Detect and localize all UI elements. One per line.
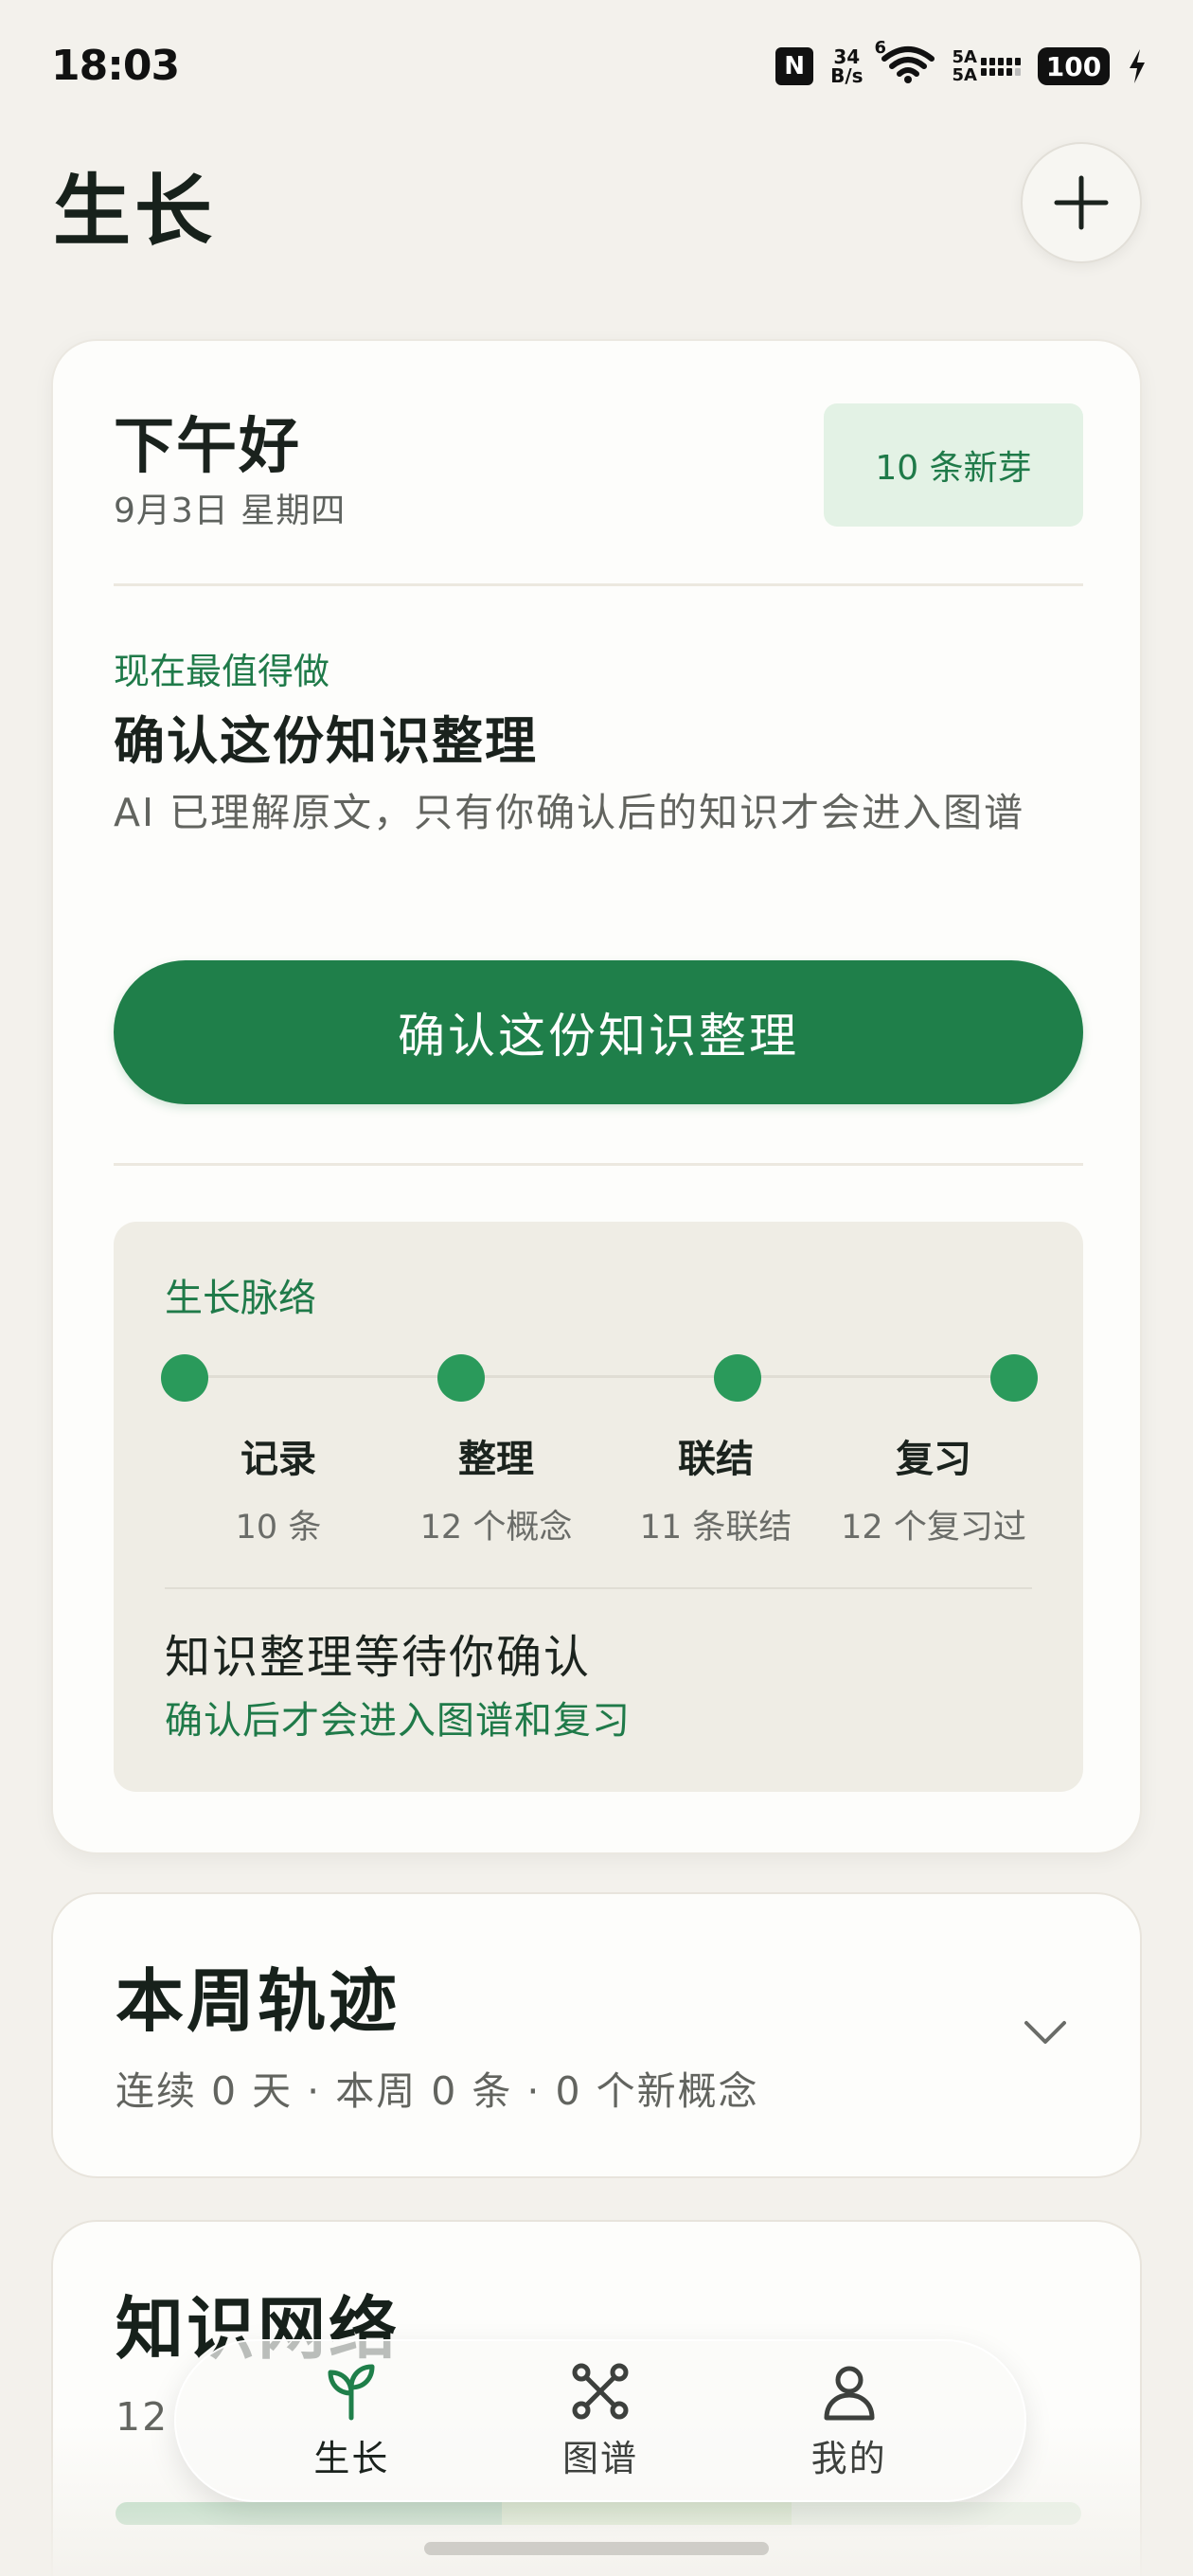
graph-icon	[572, 2363, 629, 2419]
weekly-trail-stats: 连续 0 天 · 本周 0 条 · 0 个新概念	[116, 2068, 759, 2114]
timeline-line	[184, 1375, 1013, 1378]
network-speed-unit: B/s	[830, 64, 864, 87]
stage-label-connect: 联结	[678, 1438, 754, 1481]
cellular-signal-icon: 5A 5A	[953, 48, 1021, 84]
stage-count-organize: 12 个概念	[419, 1509, 573, 1547]
bottom-tab-bar: 生长 图谱 我的	[174, 2339, 1026, 2502]
plus-icon	[1054, 175, 1109, 230]
date-text: 9月3日 星期四	[114, 492, 347, 530]
action-title: 确认这份知识整理	[114, 711, 538, 771]
divider	[114, 583, 1083, 586]
status-time: 18:03	[51, 42, 180, 90]
charging-icon	[1130, 49, 1145, 83]
status-icons: N 34 B/s 6 5A 5A 100	[775, 38, 1148, 87]
timeline-dot-connect	[714, 1354, 761, 1402]
signal-bars	[981, 57, 1021, 76]
divider	[165, 1587, 1032, 1589]
nfc-icon: N	[775, 47, 814, 85]
network-speed-value: 34	[833, 45, 861, 68]
tab-label: 图谱	[561, 2437, 638, 2479]
tab-label: 我的	[810, 2437, 887, 2479]
wifi-icon	[881, 46, 935, 83]
wifi-badge: 6	[874, 38, 887, 58]
battery-icon: 100	[1038, 47, 1110, 85]
weekly-trail-title: 本周轨迹	[116, 1961, 401, 2041]
divider	[114, 1163, 1083, 1166]
weekly-trail-card[interactable]: 本周轨迹 连续 0 天 · 本周 0 条 · 0 个新概念	[51, 1892, 1142, 2178]
stage-count-connect: 11 条联结	[639, 1509, 792, 1547]
tab-graph[interactable]: 图谱	[506, 2354, 695, 2487]
growth-page: 18:03 N 34 B/s 6 5A 5A 100 生长 下午好 9月3日 星…	[0, 0, 1193, 2576]
action-description: AI 已理解原文，只有你确认后的知识才会进入图谱	[114, 790, 1025, 835]
growth-timeline-title: 生长脉络	[165, 1277, 316, 1320]
page-title: 生长	[53, 167, 217, 257]
stage-count-record: 10 条	[235, 1509, 322, 1547]
growth-timeline-panel[interactable]: 生长脉络 记录 整理 联结 复习 10 条 12 个概念 11 条联结 12 个…	[114, 1222, 1083, 1792]
stage-label-review: 复习	[896, 1438, 971, 1481]
confirm-knowledge-button[interactable]: 确认这份知识整理	[114, 960, 1083, 1104]
pending-subtitle: 确认后才会进入图谱和复习	[165, 1699, 631, 1743]
stage-count-review: 12 个复习过	[841, 1509, 1026, 1547]
home-indicator[interactable]	[424, 2542, 769, 2555]
timeline-dot-record	[161, 1354, 208, 1402]
wifi-indicator: 6	[875, 38, 935, 87]
sprout-icon	[328, 2364, 375, 2420]
stage-label-record: 记录	[240, 1438, 316, 1481]
stage-label-organize: 整理	[458, 1438, 534, 1481]
tab-growth[interactable]: 生长	[257, 2354, 446, 2487]
pending-title: 知识整理等待你确认	[165, 1631, 592, 1684]
tab-label: 生长	[313, 2437, 390, 2479]
signal-label-sim2: 5A	[952, 65, 977, 85]
timeline-dot-organize	[437, 1354, 485, 1402]
action-eyebrow: 现在最值得做	[114, 651, 330, 692]
timeline-dot-review	[990, 1354, 1038, 1402]
new-sprouts-badge[interactable]: 10 条新芽	[824, 403, 1083, 527]
add-button[interactable]	[1021, 142, 1142, 263]
greeting-card: 下午好 9月3日 星期四 10 条新芽 现在最值得做 确认这份知识整理 AI 已…	[51, 339, 1142, 1854]
person-icon	[824, 2366, 875, 2420]
tab-profile[interactable]: 我的	[755, 2354, 944, 2487]
chevron-down-icon[interactable]	[1019, 2006, 1072, 2059]
signal-label-sim1: 5A	[952, 47, 977, 67]
network-speed-indicator: 34 B/s	[830, 47, 863, 85]
status-bar: 18:03 N 34 B/s 6 5A 5A 100	[0, 0, 1193, 133]
greeting-text: 下午好	[114, 412, 301, 482]
